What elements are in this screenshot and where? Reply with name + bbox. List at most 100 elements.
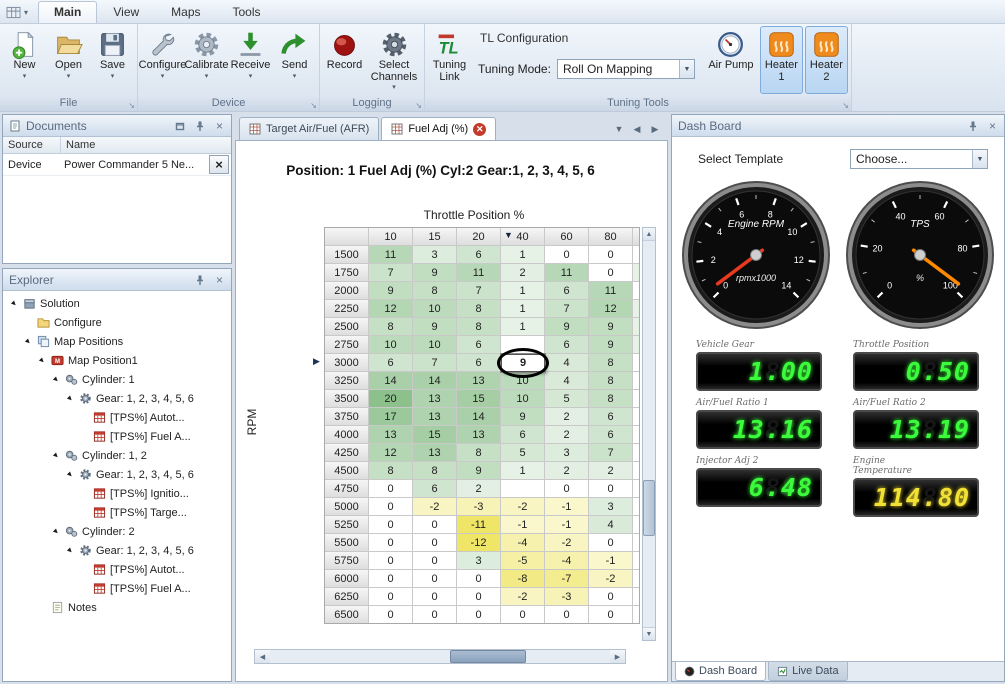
grid-cell-3500-60[interactable]: 5 bbox=[545, 390, 589, 408]
ribbon-button-tuning-link[interactable]: TLTuning Link bbox=[428, 26, 471, 84]
grid-cell-6000-60[interactable]: -7 bbox=[545, 570, 589, 588]
column-header-source[interactable]: Source bbox=[3, 137, 61, 153]
menu-tab-maps[interactable]: Maps bbox=[155, 1, 216, 23]
grid-cell-4250-80[interactable]: 7 bbox=[589, 444, 633, 462]
grid-cell-1750-10[interactable]: 7 bbox=[369, 264, 413, 282]
expander-icon[interactable]: ▾ bbox=[63, 391, 78, 406]
grid-cell-6000-20[interactable]: 0 bbox=[457, 570, 501, 588]
grid-cell-4000-10[interactable]: 13 bbox=[369, 426, 413, 444]
column-header-10[interactable]: 10 bbox=[369, 228, 413, 246]
grid-cell-2500-15[interactable]: 9 bbox=[413, 318, 457, 336]
dialog-launcher-icon[interactable]: ↘ bbox=[310, 102, 317, 110]
grid-cell-4750-80[interactable]: 0 bbox=[589, 480, 633, 498]
grid-cell-5750-100[interactable] bbox=[633, 552, 640, 570]
row-header-5500[interactable]: 5500 bbox=[325, 534, 369, 552]
grid-cell-2000-60[interactable]: 6 bbox=[545, 282, 589, 300]
row-header-1500[interactable]: 1500 bbox=[325, 246, 369, 264]
grid-cell-5750-60[interactable]: -4 bbox=[545, 552, 589, 570]
grid-cell-6000-15[interactable]: 0 bbox=[413, 570, 457, 588]
grid-cell-2750-15[interactable]: 10 bbox=[413, 336, 457, 354]
grid-cell-2500-80[interactable]: 9 bbox=[589, 318, 633, 336]
grid-cell-6250-10[interactable]: 0 bbox=[369, 588, 413, 606]
expander-icon[interactable]: ▾ bbox=[49, 372, 64, 387]
row-header-5000[interactable]: 5000 bbox=[325, 498, 369, 516]
remove-document-button[interactable]: × bbox=[209, 155, 229, 174]
grid-cell-6500-60[interactable]: 0 bbox=[545, 606, 589, 624]
grid-cell-2500-40[interactable]: 1 bbox=[501, 318, 545, 336]
grid-cell-2000-15[interactable]: 8 bbox=[413, 282, 457, 300]
row-header-6500[interactable]: 6500 bbox=[325, 606, 369, 624]
grid-cell-2250-10[interactable]: 12 bbox=[369, 300, 413, 318]
grid-cell-1500-20[interactable]: 6 bbox=[457, 246, 501, 264]
grid-cell-3000-40[interactable]: 9 bbox=[501, 354, 545, 372]
grid-cell-2250-60[interactable]: 7 bbox=[545, 300, 589, 318]
row-header-4750[interactable]: 4750 bbox=[325, 480, 369, 498]
grid-cell-2750-80[interactable]: 9 bbox=[589, 336, 633, 354]
grid-cell-3000-10[interactable]: 6 bbox=[369, 354, 413, 372]
tree-node-gear-1-2-3-4-5-6[interactable]: ▾Gear: 1, 2, 3, 4, 5, 6 bbox=[3, 541, 231, 560]
pin-icon[interactable] bbox=[192, 118, 207, 133]
documents-titlebar[interactable]: Documents × bbox=[3, 115, 231, 137]
grid-cell-4000-40[interactable]: 6 bbox=[501, 426, 545, 444]
grid-cell-4250-20[interactable]: 8 bbox=[457, 444, 501, 462]
grid-cell-4250-40[interactable]: 5 bbox=[501, 444, 545, 462]
horizontal-scrollbar[interactable]: ◀ ▶ bbox=[254, 649, 626, 664]
grid-cell-5250-10[interactable]: 0 bbox=[369, 516, 413, 534]
grid-cell-4250-15[interactable]: 13 bbox=[413, 444, 457, 462]
grid-cell-2750-100[interactable]: 1 bbox=[633, 336, 640, 354]
grid-cell-6250-40[interactable]: -2 bbox=[501, 588, 545, 606]
tree-node-tps-fuel-a[interactable]: [TPS%] Fuel A... bbox=[3, 427, 231, 446]
close-tab-icon[interactable]: ✕ bbox=[473, 123, 486, 136]
grid-cell-4500-60[interactable]: 2 bbox=[545, 462, 589, 480]
grid-cell-3250-10[interactable]: 14 bbox=[369, 372, 413, 390]
grid-cell-6500-40[interactable]: 0 bbox=[501, 606, 545, 624]
grid-cell-3500-100[interactable] bbox=[633, 390, 640, 408]
scroll-tabs-right-icon[interactable]: ▶ bbox=[648, 122, 662, 136]
document-row[interactable]: DevicePower Commander 5 Ne...× bbox=[3, 154, 231, 176]
vertical-scroll-thumb[interactable] bbox=[643, 480, 655, 536]
row-header-3750[interactable]: 3750 bbox=[325, 408, 369, 426]
grid-cell-6250-80[interactable]: 0 bbox=[589, 588, 633, 606]
tree-node-map-positions[interactable]: ▾Map Positions bbox=[3, 332, 231, 351]
menu-tab-tools[interactable]: Tools bbox=[217, 1, 277, 23]
expander-icon[interactable]: ▾ bbox=[7, 296, 22, 311]
expander-icon[interactable]: ▾ bbox=[21, 334, 36, 349]
qat-dropdown-caret-icon[interactable]: ▾ bbox=[24, 8, 28, 17]
expander-icon[interactable]: ▾ bbox=[63, 467, 78, 482]
tree-node-cylinder-1-2[interactable]: ▾Cylinder: 1, 2 bbox=[3, 446, 231, 465]
grid-cell-4000-20[interactable]: 13 bbox=[457, 426, 501, 444]
tree-node-tps-fuel-a[interactable]: [TPS%] Fuel A... bbox=[3, 579, 231, 598]
grid-cell-4750-15[interactable]: 6 bbox=[413, 480, 457, 498]
row-header-2000[interactable]: 2000 bbox=[325, 282, 369, 300]
grid-cell-2250-100[interactable]: 1 bbox=[633, 300, 640, 318]
grid-cell-1500-10[interactable]: 11 bbox=[369, 246, 413, 264]
scroll-right-icon[interactable]: ▶ bbox=[610, 650, 625, 663]
row-header-2250[interactable]: 2250 bbox=[325, 300, 369, 318]
explorer-titlebar[interactable]: Explorer × bbox=[3, 269, 231, 291]
grid-cell-1750-40[interactable]: 2 bbox=[501, 264, 545, 282]
grid-cell-5250-60[interactable]: -1 bbox=[545, 516, 589, 534]
grid-cell-3750-100[interactable] bbox=[633, 408, 640, 426]
grid-cell-3500-15[interactable]: 13 bbox=[413, 390, 457, 408]
combo-dropdown-icon[interactable]: ▼ bbox=[972, 150, 987, 168]
grid-cell-6000-100[interactable] bbox=[633, 570, 640, 588]
grid-cell-4750-100[interactable] bbox=[633, 480, 640, 498]
tree-node-map-position1[interactable]: ▾MMap Position1 bbox=[3, 351, 231, 370]
tree-node-tps-autot[interactable]: [TPS%] Autot... bbox=[3, 560, 231, 579]
row-header-6250[interactable]: 6250 bbox=[325, 588, 369, 606]
grid-cell-2750-40[interactable] bbox=[501, 336, 545, 354]
row-header-3500[interactable]: 3500 bbox=[325, 390, 369, 408]
tree-node-gear-1-2-3-4-5-6[interactable]: ▾Gear: 1, 2, 3, 4, 5, 6 bbox=[3, 389, 231, 408]
scroll-tabs-left-icon[interactable]: ◀ bbox=[630, 122, 644, 136]
grid-cell-6500-10[interactable]: 0 bbox=[369, 606, 413, 624]
ribbon-button-heater-2[interactable]: Heater 2 bbox=[805, 26, 848, 94]
grid-cell-2500-20[interactable]: 8 bbox=[457, 318, 501, 336]
grid-cell-5000-80[interactable]: 3 bbox=[589, 498, 633, 516]
row-header-4250[interactable]: 4250 bbox=[325, 444, 369, 462]
grid-cell-3000-80[interactable]: 8 bbox=[589, 354, 633, 372]
row-header-3250[interactable]: 3250 bbox=[325, 372, 369, 390]
grid-cell-2250-15[interactable]: 10 bbox=[413, 300, 457, 318]
grid-cell-3500-40[interactable]: 10 bbox=[501, 390, 545, 408]
grid-cell-4250-100[interactable] bbox=[633, 444, 640, 462]
grid-cell-4500-80[interactable]: 2 bbox=[589, 462, 633, 480]
